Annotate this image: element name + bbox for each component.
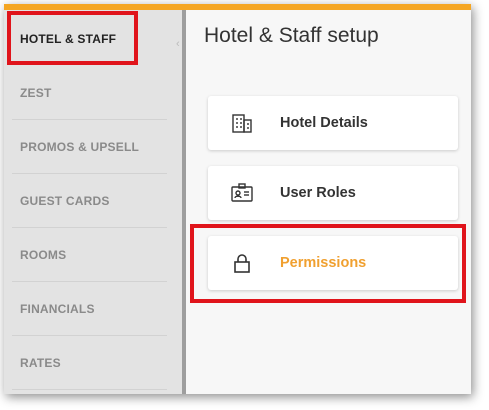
sidebar-item-hotel-staff[interactable]: HOTEL & STAFF bbox=[12, 12, 167, 66]
sidebar-item-financials[interactable]: FINANCIALS bbox=[12, 282, 167, 336]
hotel-details-label: Hotel Details bbox=[280, 115, 368, 131]
sidebar-item-rates[interactable]: RATES bbox=[12, 336, 167, 390]
lock-icon bbox=[230, 251, 254, 275]
permissions-card[interactable]: Permissions bbox=[208, 236, 458, 290]
sidebar-item-promos-upsell[interactable]: PROMOS & UPSELL bbox=[12, 120, 167, 174]
sidebar-item-guest-cards[interactable]: GUEST CARDS bbox=[12, 174, 167, 228]
sidebar-item-rooms[interactable]: ROOMS bbox=[12, 228, 167, 282]
building-icon bbox=[230, 111, 254, 135]
hotel-details-card[interactable]: Hotel Details bbox=[208, 96, 458, 150]
user-roles-label: User Roles bbox=[280, 185, 356, 201]
user-roles-card[interactable]: User Roles bbox=[208, 166, 458, 220]
sidebar-item-zest[interactable]: ZEST bbox=[12, 66, 167, 120]
permissions-label: Permissions bbox=[280, 255, 367, 271]
app-window: HOTEL & STAFF ZEST PROMOS & UPSELL GUEST… bbox=[4, 4, 471, 394]
page-title: Hotel & Staff setup bbox=[204, 24, 379, 47]
sidebar: HOTEL & STAFF ZEST PROMOS & UPSELL GUEST… bbox=[4, 10, 182, 394]
chevron-left-icon[interactable]: ‹ bbox=[176, 38, 180, 50]
id-card-icon bbox=[230, 181, 254, 205]
